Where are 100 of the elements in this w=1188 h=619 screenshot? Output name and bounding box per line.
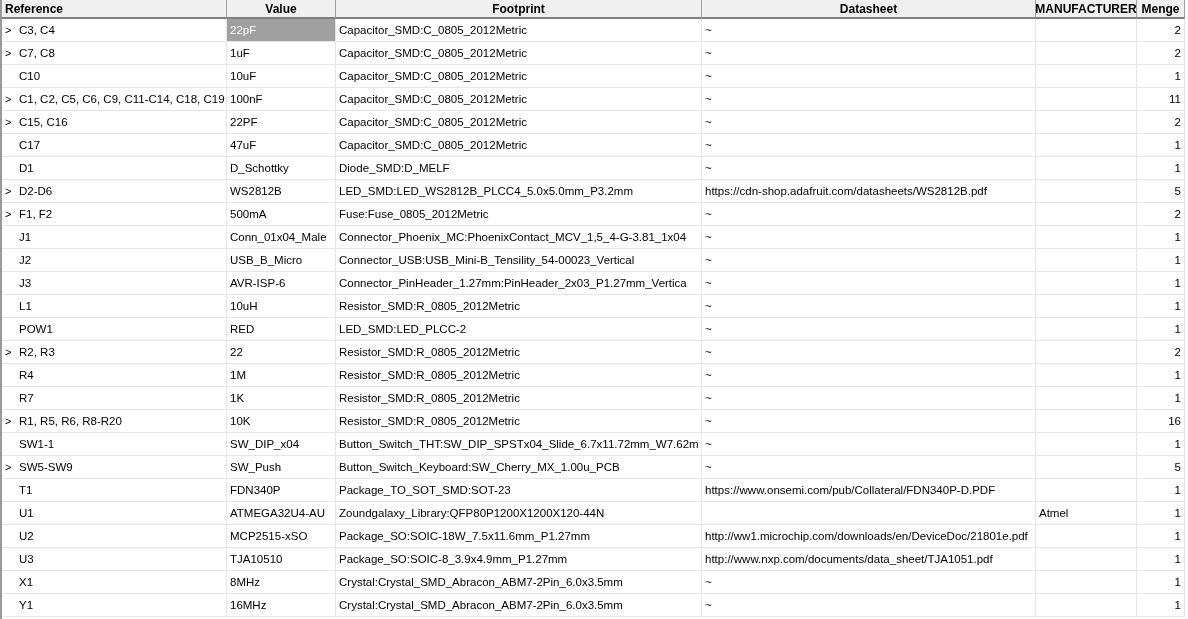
table-cell: http://www.nxp.com/documents/data_sheet/TJA1051.pdf	[702, 548, 1036, 571]
table-cell: 2	[1137, 111, 1185, 134]
table-cell[interactable]: Conn_01x04_Male	[227, 226, 336, 249]
table-cell: 1	[1137, 65, 1185, 88]
table-cell[interactable]: D_Schottky	[227, 157, 336, 180]
expand-toggle[interactable]: >	[5, 208, 11, 220]
table-cell: 1	[1137, 226, 1185, 249]
table-cell[interactable]: ATMEGA32U4-AU	[227, 502, 336, 525]
reference-text: SW1-1	[19, 438, 55, 450]
column-header[interactable]: Value	[227, 0, 336, 19]
expand-toggle[interactable]: >	[5, 415, 11, 427]
table-cell[interactable]: 8MHz	[227, 571, 336, 594]
column-header[interactable]: Footprint	[336, 0, 702, 19]
table-cell: Package_SO:SOIC-18W_7.5x11.6mm_P1.27mm	[336, 525, 702, 548]
table-cell: https://cdn-shop.adafruit.com/datasheets/WS2812B.pdf	[702, 180, 1036, 203]
expand-toggle[interactable]: >	[5, 185, 11, 197]
table-cell[interactable]: 10uH	[227, 295, 336, 318]
table-cell[interactable]: 100nF	[227, 88, 336, 111]
table-cell: ~	[702, 364, 1036, 387]
table-cell: ~	[702, 456, 1036, 479]
table-cell: 1	[1137, 479, 1185, 502]
table-cell: Fuse:Fuse_0805_2012Metric	[336, 203, 702, 226]
reference-text: R1, R5, R6, R8-R20	[19, 415, 122, 427]
reference-text: D2-D6	[19, 185, 53, 197]
column-header[interactable]: Reference	[2, 0, 227, 19]
table-cell: ~	[702, 134, 1036, 157]
reference-text: D1	[19, 162, 34, 174]
reference-text: C10	[19, 70, 41, 82]
table-cell: 1	[1137, 594, 1185, 617]
table-cell[interactable]: MCP2515-xSO	[227, 525, 336, 548]
reference-text: J1	[19, 231, 32, 243]
table-cell: 1	[1137, 272, 1185, 295]
table-cell[interactable]: 10K	[227, 410, 336, 433]
table-cell[interactable]: 10uF	[227, 65, 336, 88]
table-cell[interactable]: SW_DIP_x04	[227, 433, 336, 456]
reference-text: Y1	[19, 599, 34, 611]
expand-toggle[interactable]: >	[5, 116, 11, 128]
reference-text: C7, C8	[19, 47, 55, 59]
expand-toggle[interactable]: >	[5, 47, 11, 59]
table-cell[interactable]: AVR-ISP-6	[227, 272, 336, 295]
table-cell: Capacitor_SMD:C_0805_2012Metric	[336, 134, 702, 157]
table-cell: 2	[1137, 341, 1185, 364]
table-cell: 1	[1137, 433, 1185, 456]
table-cell[interactable]: 47uF	[227, 134, 336, 157]
reference-text: X1	[19, 576, 34, 588]
table-cell: ~	[702, 318, 1036, 341]
table-cell[interactable]: 1uF	[227, 42, 336, 65]
table-cell: ~	[702, 272, 1036, 295]
reference-text: F1, F2	[19, 208, 53, 220]
table-cell: LED_SMD:LED_WS2812B_PLCC4_5.0x5.0mm_P3.2mm	[336, 180, 702, 203]
table-cell: ~	[702, 88, 1036, 111]
reference-text: L1	[19, 300, 32, 312]
table-cell: 1	[1137, 571, 1185, 594]
table-cell: Resistor_SMD:R_0805_2012Metric	[336, 364, 702, 387]
table-cell: Capacitor_SMD:C_0805_2012Metric	[336, 65, 702, 88]
table-cell: 5	[1137, 180, 1185, 203]
table-cell[interactable]: SW_Push	[227, 456, 336, 479]
expand-toggle[interactable]: >	[5, 24, 11, 36]
table-cell: Resistor_SMD:R_0805_2012Metric	[336, 295, 702, 318]
table-cell: 2	[1137, 42, 1185, 65]
table-cell[interactable]: RED	[227, 318, 336, 341]
table-cell: ~	[702, 387, 1036, 410]
table-cell: 2	[1137, 203, 1185, 226]
column-header[interactable]: Menge	[1137, 0, 1185, 19]
table-cell[interactable]: TJA10510	[227, 548, 336, 571]
table-cell: ~	[702, 65, 1036, 88]
table-cell: Button_Switch_THT:SW_DIP_SPSTx04_Slide_6.7x11.72mm_W7.62m	[336, 433, 702, 456]
table-cell: Connector_Phoenix_MC:PhoenixContact_MCV_1,5_4-G-3.81_1x04	[336, 226, 702, 249]
expand-toggle[interactable]: >	[5, 346, 11, 358]
table-cell: 5	[1137, 456, 1185, 479]
table-cell: 1	[1137, 249, 1185, 272]
table-cell[interactable]: 500mA	[227, 203, 336, 226]
reference-text: SW5-SW9	[19, 461, 73, 473]
expand-toggle[interactable]: >	[5, 461, 11, 473]
table-cell: 1	[1137, 364, 1185, 387]
table-cell[interactable]: USB_B_Micro	[227, 249, 336, 272]
reference-text: C1, C2, C5, C6, C9, C11-C14, C18, C19	[19, 93, 225, 105]
reference-text: R7	[19, 392, 34, 404]
table-cell: 1	[1137, 134, 1185, 157]
column-header[interactable]: MANUFACTURER	[1036, 0, 1137, 19]
table-cell: ~	[702, 157, 1036, 180]
table-cell[interactable]: 22	[227, 341, 336, 364]
table-cell: 1	[1137, 502, 1185, 525]
table-cell: Resistor_SMD:R_0805_2012Metric	[336, 410, 702, 433]
column-header[interactable]: Datasheet	[702, 0, 1036, 19]
table-cell: ~	[702, 42, 1036, 65]
table-cell[interactable]: 22PF	[227, 111, 336, 134]
table-cell[interactable]: 1M	[227, 364, 336, 387]
table-cell: Capacitor_SMD:C_0805_2012Metric	[336, 88, 702, 111]
table-cell: 2	[1137, 19, 1185, 42]
table-cell[interactable]: WS2812B	[227, 180, 336, 203]
table-cell: https://www.onsemi.com/pub/Collateral/FDN340P-D.PDF	[702, 479, 1036, 502]
table-cell: Crystal:Crystal_SMD_Abracon_ABM7-2Pin_6.0x3.5mm	[336, 571, 702, 594]
table-cell[interactable]: FDN340P	[227, 479, 336, 502]
expand-toggle[interactable]: >	[5, 93, 11, 105]
reference-text: U2	[19, 530, 34, 542]
table-cell[interactable]: 1K	[227, 387, 336, 410]
table-cell[interactable]: 16MHz	[227, 594, 336, 617]
table-cell: Package_SO:SOIC-8_3.9x4.9mm_P1.27mm	[336, 548, 702, 571]
table-cell: ~	[702, 295, 1036, 318]
